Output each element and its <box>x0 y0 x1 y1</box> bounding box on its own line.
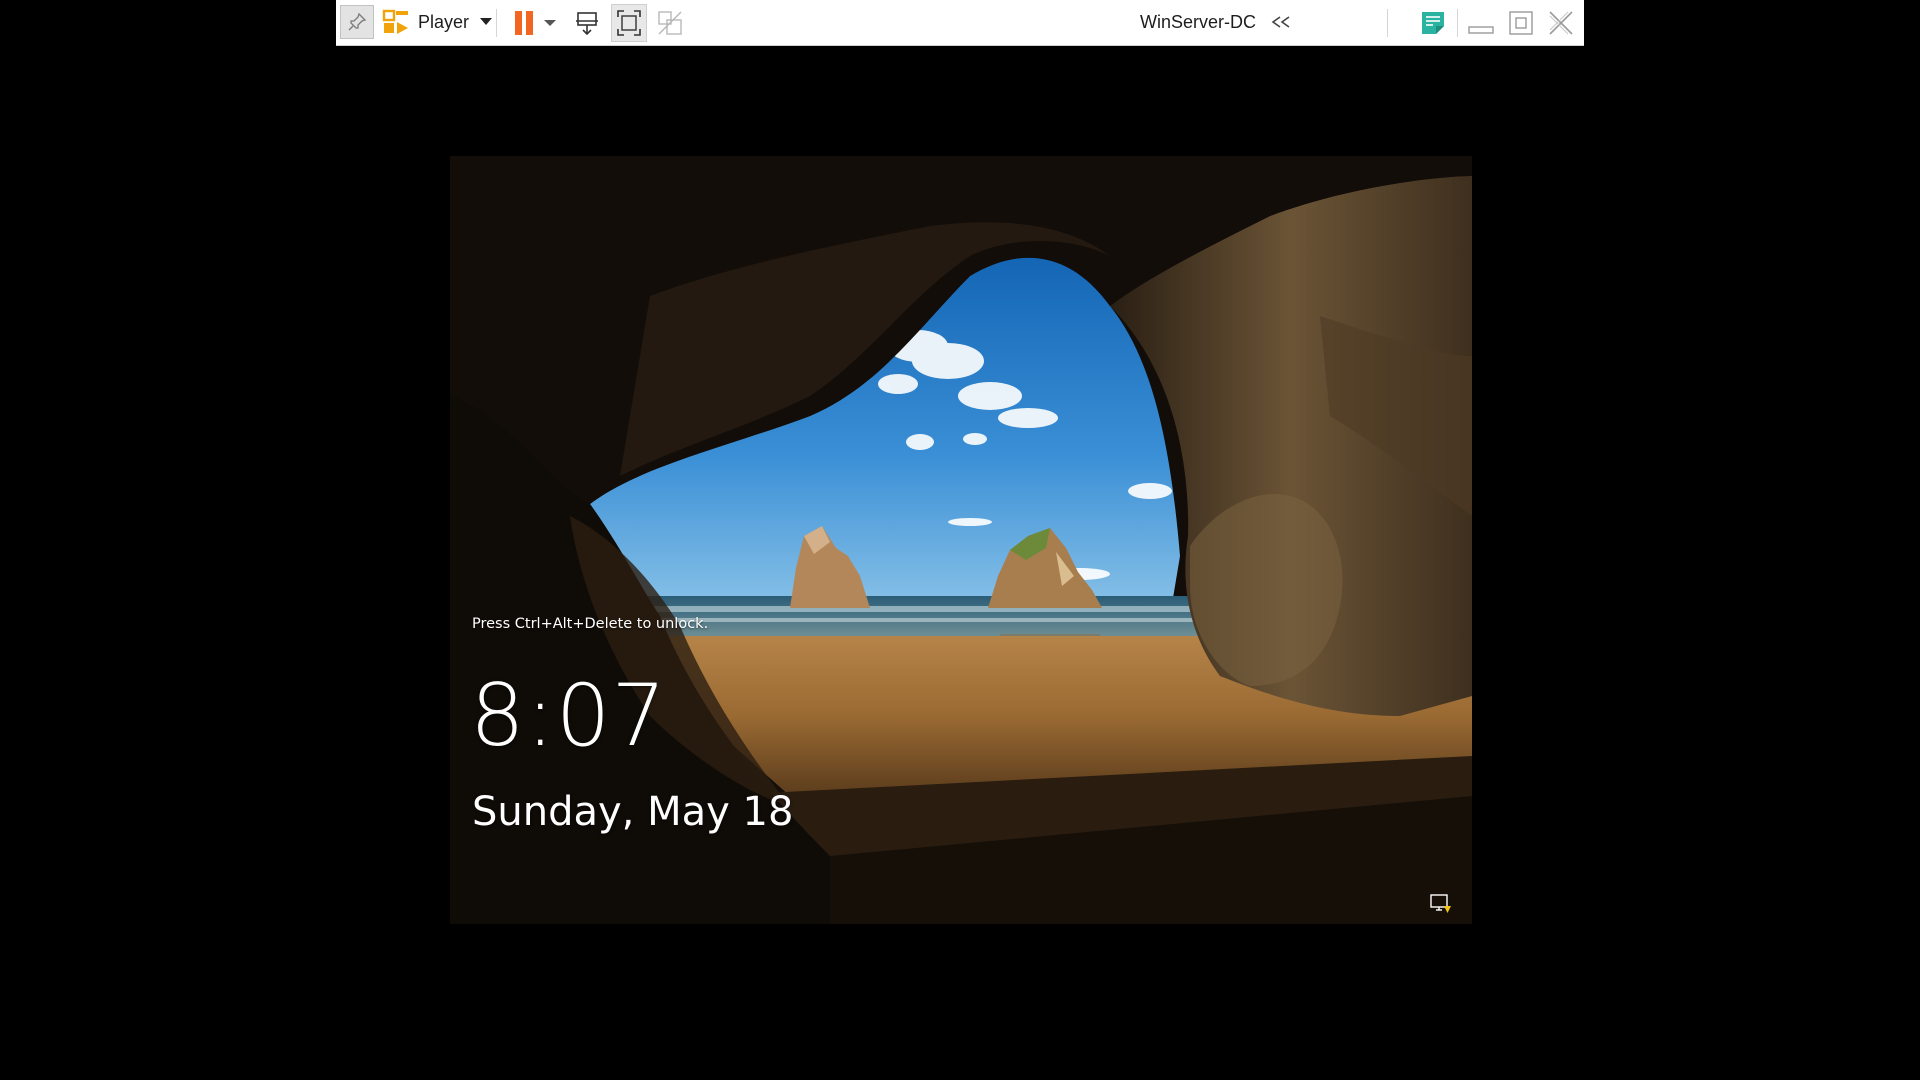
unlock-hint-text: Press Ctrl+Alt+Delete to unlock. <box>472 616 709 632</box>
pause-vm-button[interactable] <box>512 6 558 40</box>
player-menu-label: Player <box>418 11 470 32</box>
pause-icon <box>515 11 533 35</box>
send-ctrl-alt-del-button[interactable] <box>570 4 606 42</box>
lock-screen-time: 8:07 <box>470 666 668 766</box>
vmware-player-icon <box>382 9 408 34</box>
vm-guest-screen[interactable]: Press Ctrl+Alt+Delete to unlock. 8:07 Su… <box>450 156 1472 924</box>
close-icon <box>1549 11 1573 35</box>
vm-name-label: WinServer-DC <box>1139 12 1256 32</box>
player-menu-button[interactable]: Player <box>378 4 497 40</box>
pause-dropdown-arrow-icon[interactable] <box>543 18 557 28</box>
desktop-screen: Player WinServer-DC Press Ctrl+Alt+Delet… <box>0 0 1920 1080</box>
toolbar-divider <box>496 9 497 37</box>
network-status-icon[interactable] <box>1430 894 1452 914</box>
toolbar-divider <box>1457 9 1458 37</box>
double-chevron-left-icon <box>1271 16 1290 28</box>
close-button[interactable] <box>1544 6 1578 40</box>
restore-button[interactable] <box>1504 6 1538 40</box>
full-screen-button[interactable] <box>611 4 647 42</box>
message-log-icon <box>1422 12 1444 34</box>
message-log-button[interactable] <box>1416 6 1450 40</box>
pin-icon <box>348 12 367 31</box>
unity-icon <box>658 11 682 35</box>
toolbar-divider <box>1387 9 1388 37</box>
vmware-toolbar: Player WinServer-DC <box>336 0 1584 46</box>
unity-mode-button[interactable] <box>652 4 688 42</box>
pin-toolbar-button[interactable] <box>340 5 374 39</box>
dropdown-arrow-icon <box>480 18 493 25</box>
minimize-button[interactable] <box>1464 6 1498 40</box>
minimize-icon <box>1468 26 1494 34</box>
send-ctrl-alt-del-icon <box>576 12 598 36</box>
collapse-toolbar-button[interactable] <box>1266 8 1296 36</box>
restore-icon <box>1509 11 1533 35</box>
lock-screen-date: Sunday, May 18 <box>472 789 794 835</box>
full-screen-icon <box>617 10 641 36</box>
